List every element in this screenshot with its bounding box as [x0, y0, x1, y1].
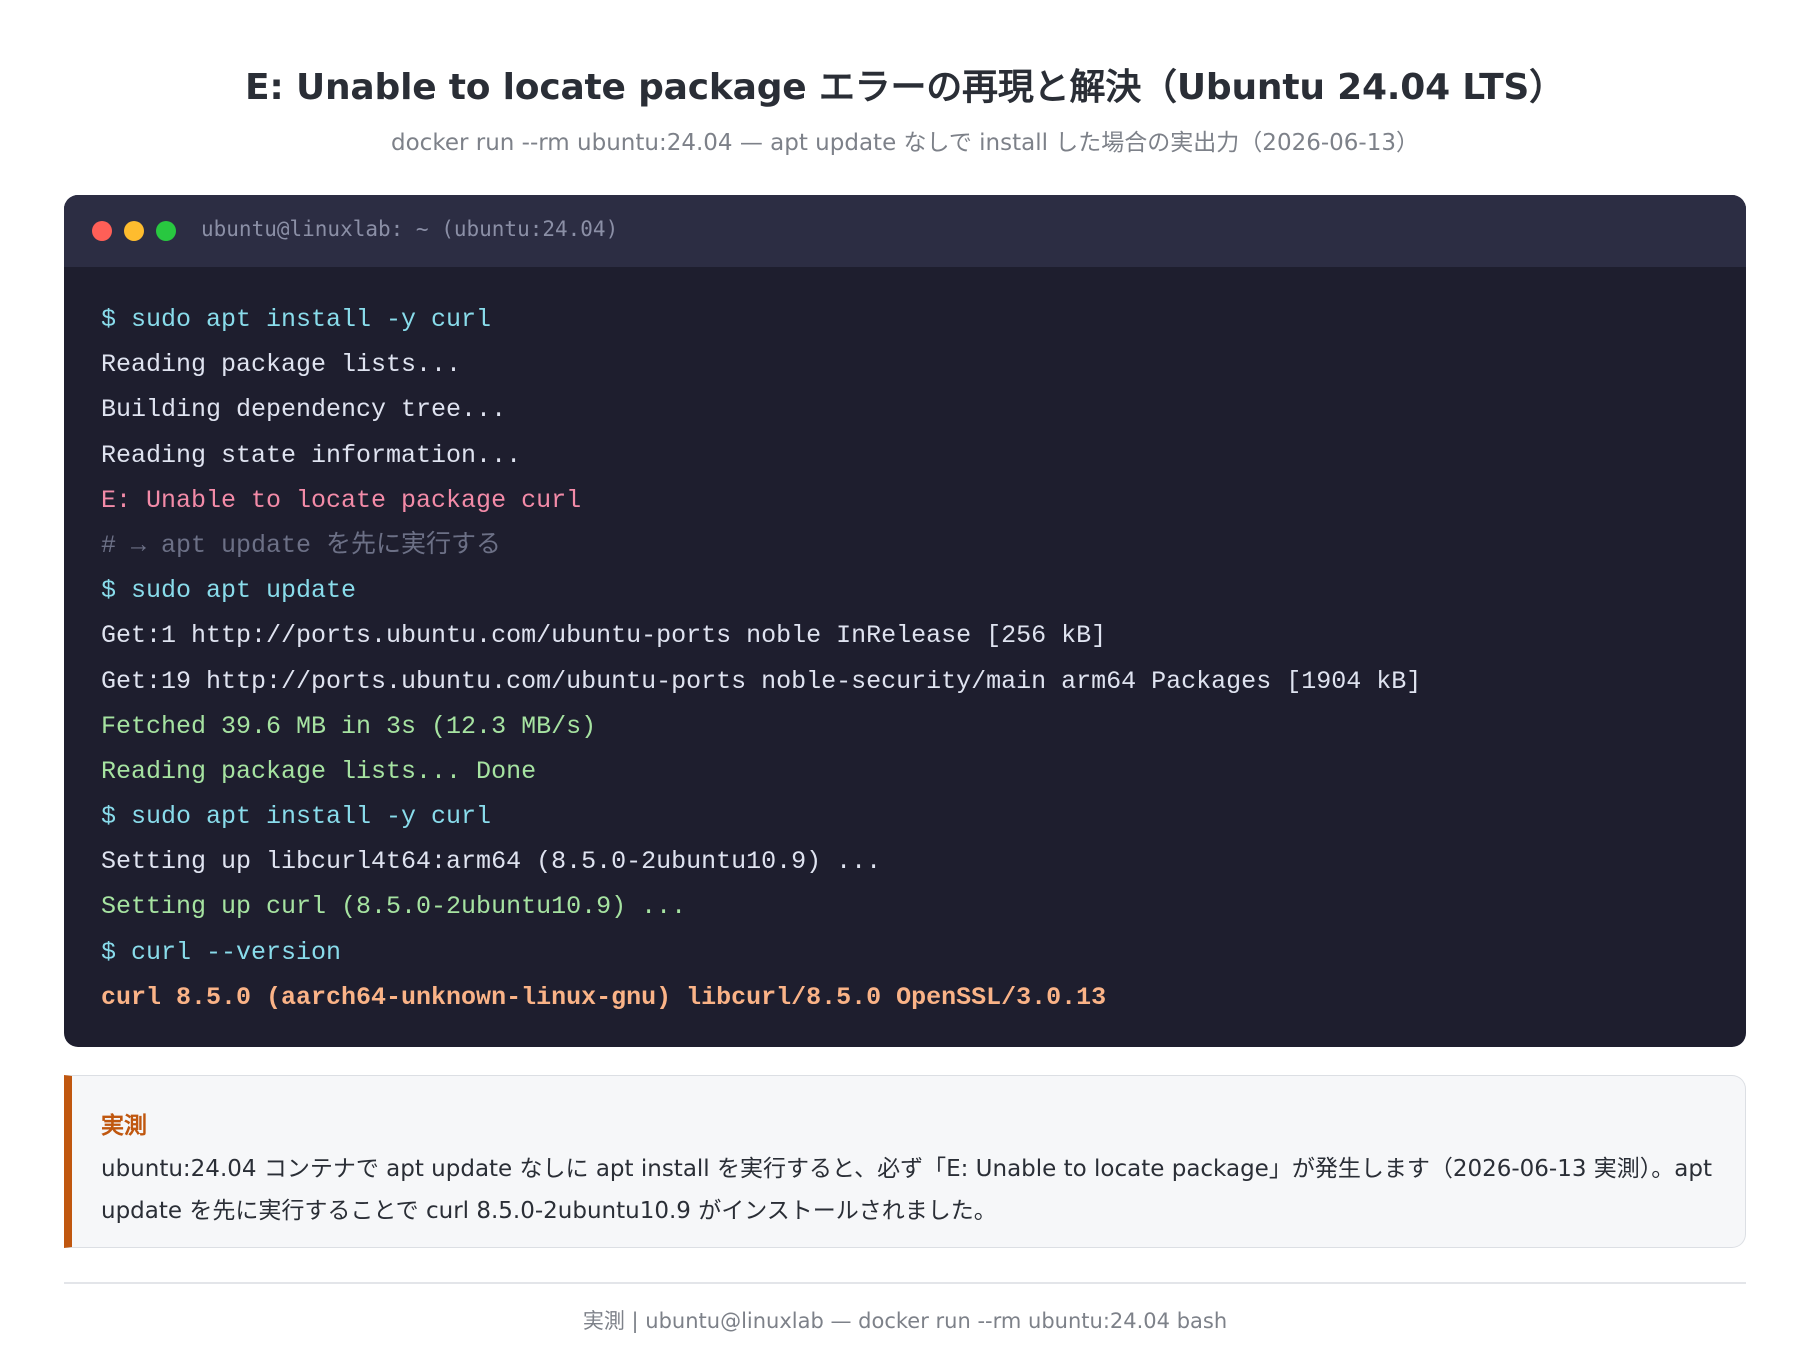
page: E: Unable to locate package エラーの再現と解決（Ub… [64, 0, 1746, 1372]
footer-text: 実測 | ubuntu@linuxlab — docker run --rm u… [582, 1309, 1228, 1333]
terminal-titlebar: ubuntu@linuxlab: ~ (ubuntu:24.04) [64, 195, 1746, 267]
terminal-line-comment: # → apt update を先に実行する [101, 530, 502, 560]
terminal-output[interactable]: $ sudo apt install -y curl Reading packag… [101, 297, 1726, 1020]
terminal-line-out: Setting up libcurl4t64:arm64 (8.5.0-2ubu… [101, 847, 882, 877]
terminal-line-cmd: $ curl --version [101, 937, 342, 967]
terminal-line-out: Building dependency tree... [101, 395, 507, 425]
terminal-title: ubuntu@linuxlab: ~ (ubuntu:24.04) [201, 217, 619, 241]
terminal-line-cmd: $ sudo apt update [101, 576, 357, 606]
terminal-line-out: Get:19 http://ports.ubuntu.com/ubuntu-po… [101, 666, 1422, 696]
note-heading: 実測 [101, 1113, 147, 1139]
terminal-window: ubuntu@linuxlab: ~ (ubuntu:24.04) $ sudo… [64, 195, 1746, 1047]
close-window-button[interactable] [92, 221, 112, 241]
maximize-window-button[interactable] [156, 221, 176, 241]
terminal-line-cmd: $ sudo apt install -y curl [101, 802, 492, 832]
minimize-window-button[interactable] [124, 221, 144, 241]
terminal-line-out: Reading package lists... [101, 350, 462, 380]
page-title: E: Unable to locate package エラーの再現と解決（Ub… [245, 67, 1565, 108]
terminal-line-out: Get:1 http://ports.ubuntu.com/ubuntu-por… [101, 621, 1107, 651]
terminal-line-err: E: Unable to locate package curl [101, 485, 582, 515]
terminal-line-out: Reading state information... [101, 440, 522, 470]
note-text: ubuntu:24.04 コンテナで apt update なしに apt in… [101, 1156, 1713, 1224]
terminal-line-ok: Fetched 39.6 MB in 3s (12.3 MB/s) [101, 711, 597, 741]
page-subtitle: docker run --rm ubuntu:24.04 — apt updat… [391, 130, 1419, 156]
footer-divider [64, 1282, 1746, 1284]
terminal-line-cmd: $ sudo apt install -y curl [101, 305, 492, 334]
terminal-line-ok: Setting up curl (8.5.0-2ubuntu10.9) ... [101, 892, 687, 922]
terminal-line-result: curl 8.5.0 (aarch64-unknown-linux-gnu) l… [101, 982, 1107, 1012]
terminal-line-ok: Reading package lists... Done [101, 756, 537, 786]
note-callout: 実測 ubuntu:24.04 コンテナで apt update なしに apt… [64, 1075, 1746, 1248]
